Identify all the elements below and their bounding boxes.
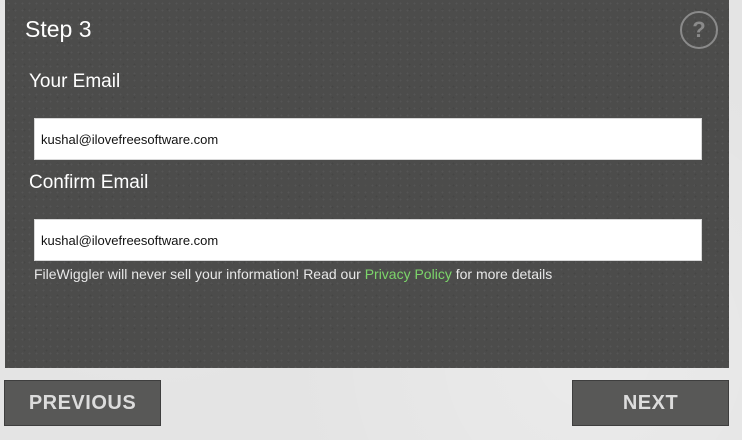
email-label: Your Email	[29, 71, 121, 92]
wizard-window: Step 3 ? Your Email Confirm Email FileWi…	[0, 0, 742, 440]
help-icon[interactable]: ?	[680, 11, 718, 49]
privacy-policy-link[interactable]: Privacy Policy	[365, 266, 452, 282]
confirm-email-field[interactable]	[34, 219, 702, 261]
next-button[interactable]: NEXT	[572, 380, 729, 426]
confirm-email-label: Confirm Email	[29, 172, 149, 193]
step-panel: Step 3 ? Your Email Confirm Email FileWi…	[5, 0, 729, 368]
privacy-notice: FileWiggler will never sell your informa…	[34, 266, 552, 282]
privacy-notice-prefix: FileWiggler will never sell your informa…	[34, 266, 365, 282]
step-title: Step 3	[25, 16, 92, 42]
email-field[interactable]	[34, 118, 702, 160]
previous-button[interactable]: PREVIOUS	[4, 380, 161, 426]
privacy-notice-suffix: for more details	[451, 266, 553, 282]
